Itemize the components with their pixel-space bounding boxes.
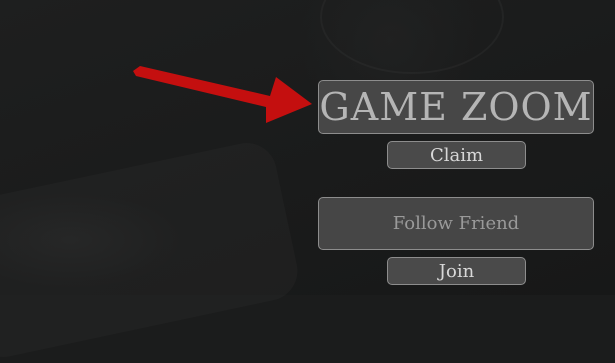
game-zoom-button-label: GAME ZOOM: [319, 85, 593, 129]
follow-friend-button-label: Follow Friend: [392, 213, 520, 234]
background-shadow-shape: [0, 137, 304, 363]
join-button-label: Join: [438, 260, 475, 282]
join-button[interactable]: Join: [387, 257, 526, 285]
game-zoom-button[interactable]: GAME ZOOM: [318, 80, 594, 134]
background-arc-shape: [320, 0, 504, 74]
follow-friend-button[interactable]: Follow Friend: [318, 197, 594, 250]
claim-button-label: Claim: [429, 144, 484, 166]
claim-button[interactable]: Claim: [387, 141, 526, 169]
